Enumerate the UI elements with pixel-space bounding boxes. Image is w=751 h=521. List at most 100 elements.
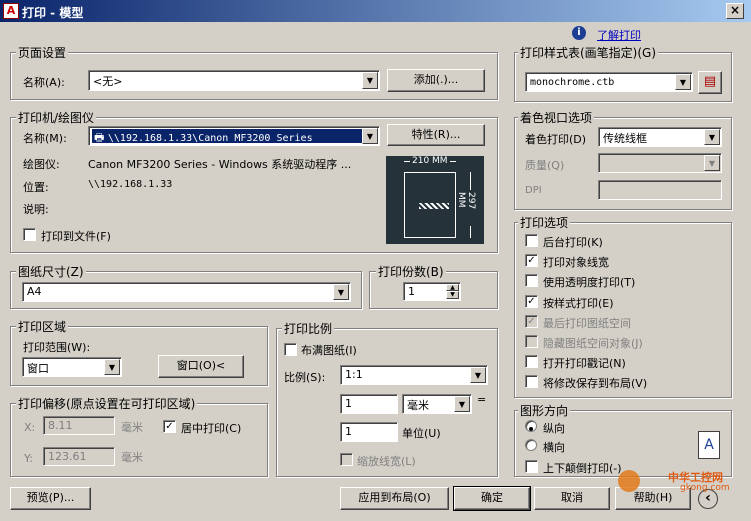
radio-selected-dot — [529, 427, 533, 431]
shade-plot-select[interactable]: 传统线框 ▼ — [598, 127, 722, 147]
window-select-button[interactable]: 窗口(O)< — [158, 355, 244, 378]
cancel-button[interactable]: 取消 — [534, 487, 610, 510]
offset-y-unit: 毫米 — [121, 451, 143, 464]
printer-group-label: 打印机/绘图仪 — [16, 109, 97, 126]
chevron-down-icon: ▼ — [333, 284, 349, 300]
paper-size-group-label: 图纸尺寸(Z) — [16, 263, 86, 280]
page-setup-name-label: 名称(A): — [23, 76, 65, 89]
spin-up-icon[interactable]: ▲ — [446, 284, 459, 291]
chevron-down-icon: ▼ — [362, 72, 378, 89]
edit-plot-style-icon[interactable]: ▤ — [698, 71, 722, 94]
printer-name-highlight: 🖶 \\192.168.1.33\Canon MF3200 Series — [92, 129, 362, 144]
title-bar: A 打印 - 模型 × — [0, 0, 751, 22]
printer-name-select[interactable]: 🖶 \\192.168.1.33\Canon MF3200 Series ▼ — [88, 126, 380, 146]
fit-to-paper-checkbox[interactable] — [284, 343, 297, 356]
center-plot-checkbox[interactable]: ✓ — [163, 420, 176, 433]
landscape-radio[interactable] — [525, 439, 537, 451]
copies-input[interactable]: 1 ▲ ▼ — [403, 282, 461, 301]
scale-units-label: 单位(U) — [402, 427, 441, 440]
portrait-label: 纵向 — [543, 422, 565, 435]
add-page-setup-button[interactable]: 添加(.)... — [387, 69, 485, 92]
plot-option-checkbox[interactable]: ✓ — [525, 254, 538, 267]
paper-preview-sheet — [404, 172, 456, 238]
landscape-label: 横向 — [543, 441, 565, 454]
print-to-file-label: 打印到文件(F) — [41, 230, 111, 243]
plot-option-label: 打开打印戳记(N) — [543, 357, 626, 370]
scale-value2-input[interactable]: 1 — [340, 422, 398, 442]
paper-size-value: A4 — [27, 285, 42, 298]
plot-range-value: 窗口 — [27, 362, 49, 375]
plot-option-checkbox[interactable] — [525, 355, 538, 368]
close-button[interactable]: × — [726, 3, 744, 19]
offset-x-value: 8.11 — [48, 419, 73, 432]
plot-option-checkbox[interactable] — [525, 234, 538, 247]
plot-option-checkbox[interactable] — [525, 335, 538, 348]
plot-scale-group-label: 打印比例 — [282, 320, 335, 337]
printable-area-hatch — [419, 203, 449, 209]
quality-select[interactable]: ▼ — [598, 153, 722, 173]
printer-name-label: 名称(M): — [23, 132, 67, 145]
scale-value1: 1 — [345, 397, 352, 410]
scale-value2: 1 — [345, 425, 352, 438]
plot-option-checkbox[interactable]: ✓ — [525, 315, 538, 328]
orientation-group-label: 图形方向 — [518, 402, 571, 419]
printer-icon: 🖶 — [94, 131, 105, 144]
offset-x-label: X: — [24, 421, 36, 434]
paper-size-select[interactable]: A4 ▼ — [22, 282, 351, 302]
plot-range-select[interactable]: 窗口 ▼ — [22, 357, 122, 377]
offset-x-input[interactable]: 8.11 — [43, 416, 115, 435]
offset-y-label: Y: — [24, 452, 33, 465]
plot-option-label: 打印对象线宽 — [543, 256, 609, 269]
page-setup-group-label: 页面设置 — [16, 44, 69, 61]
chevron-down-icon: ▼ — [104, 359, 120, 375]
apply-to-layout-button[interactable]: 应用到布局(O) — [340, 487, 449, 510]
copies-group-label: 打印份数(B) — [376, 263, 446, 280]
plot-option-label: 按样式打印(E) — [543, 297, 614, 310]
spin-down-icon[interactable]: ▼ — [446, 291, 459, 299]
description-label: 说明: — [23, 203, 49, 216]
page-setup-name-select[interactable]: <无> ▼ — [88, 70, 380, 91]
scale-value1-input[interactable]: 1 — [340, 394, 398, 414]
offset-y-value: 123.61 — [48, 450, 87, 463]
scale-unit-value: 毫米 — [407, 399, 429, 412]
shaded-viewport-group-label: 着色视口选项 — [518, 109, 595, 126]
plot-style-table-group-label: 打印样式表(画笔指定)(G) — [518, 44, 659, 61]
plot-offset-group-label: 打印偏移(原点设置在可打印区域) — [16, 395, 198, 412]
offset-y-input[interactable]: 123.61 — [43, 447, 115, 466]
scale-unit-select[interactable]: 毫米 ▼ — [402, 394, 472, 414]
plot-area-group-label: 打印区域 — [16, 318, 69, 335]
print-to-file-checkbox[interactable] — [23, 228, 36, 241]
dpi-input[interactable] — [598, 180, 722, 200]
gear-logo-icon — [618, 470, 640, 492]
scale-lineweights-checkbox[interactable] — [340, 453, 353, 466]
paper-width-label: 210 MM — [410, 156, 450, 166]
paper-preview: 210 MM 297 MM — [386, 156, 484, 244]
chevron-down-icon: ▼ — [454, 396, 470, 412]
scale-value: 1:1 — [345, 368, 363, 381]
chevron-down-icon: ▼ — [470, 367, 486, 383]
preview-button[interactable]: 预览(P)... — [10, 487, 91, 510]
learn-printing-link[interactable]: 了解打印 — [597, 27, 641, 43]
location-label: 位置: — [23, 181, 49, 194]
upside-down-checkbox[interactable] — [525, 460, 538, 473]
plot-option-label: 将修改保存到布局(V) — [543, 377, 648, 390]
ok-button[interactable]: 确定 — [453, 486, 531, 511]
plot-option-checkbox[interactable] — [525, 274, 538, 287]
plotter-label: 绘图仪: — [23, 158, 60, 171]
scale-select[interactable]: 1:1 ▼ — [340, 365, 488, 385]
dpi-label: DPI — [525, 185, 542, 196]
plot-option-checkbox[interactable] — [525, 375, 538, 388]
fit-to-paper-label: 布满图纸(I) — [301, 344, 357, 357]
plot-range-label: 打印范围(W): — [23, 341, 91, 354]
info-icon: i — [572, 26, 586, 40]
plot-options-group-label: 打印选项 — [518, 214, 571, 231]
chevron-down-icon: ▼ — [675, 74, 691, 90]
plot-option-label: 隐藏图纸空间对象(J) — [543, 337, 643, 350]
printer-properties-button[interactable]: 特性(R)... — [387, 124, 485, 146]
portrait-radio[interactable] — [525, 420, 537, 432]
offset-x-unit: 毫米 — [121, 421, 143, 434]
printer-name-value: \\192.168.1.33\Canon MF3200 Series — [107, 133, 313, 144]
plot-style-select[interactable]: monochrome.ctb ▼ — [525, 72, 693, 92]
plot-option-checkbox[interactable]: ✓ — [525, 295, 538, 308]
window-title: 打印 - 模型 — [22, 6, 84, 20]
